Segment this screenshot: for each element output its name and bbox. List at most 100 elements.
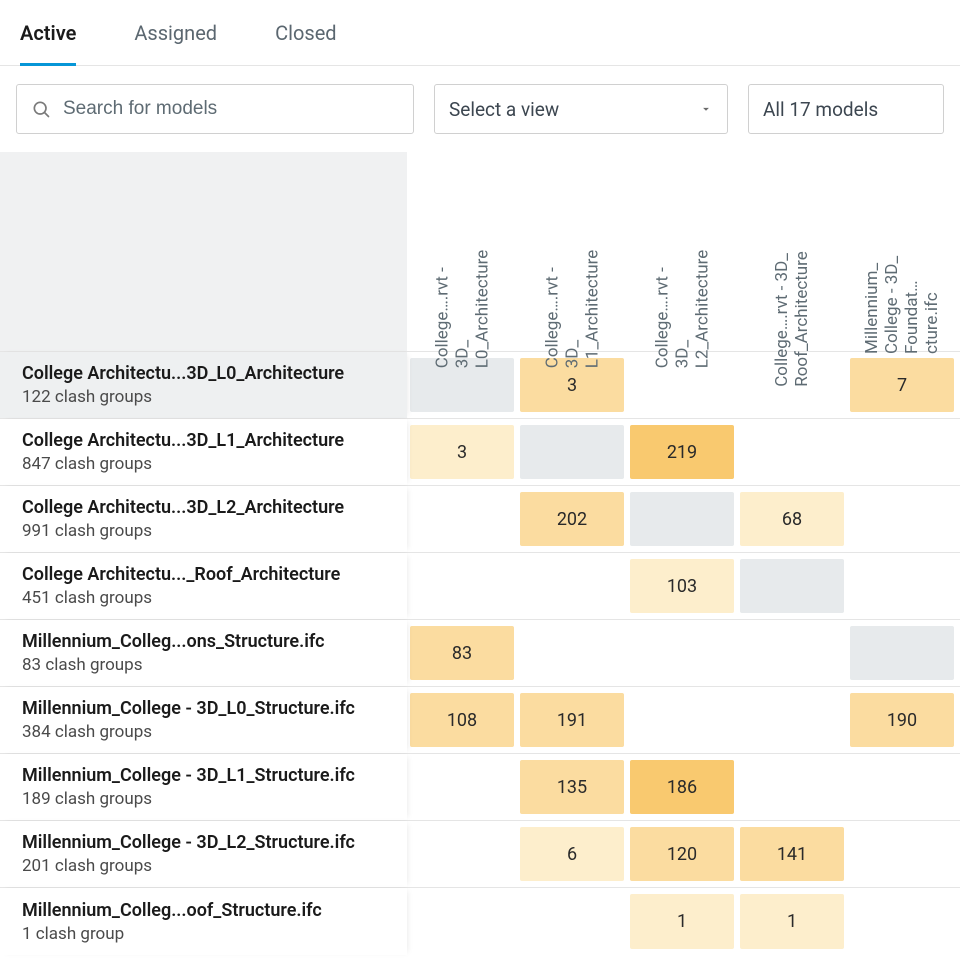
row-title: Millennium_College - 3D_L1_Structure.ifc [22, 764, 385, 788]
row-title: Millennium_College - 3D_L2_Structure.ifc [22, 831, 385, 855]
controls-row: Select a view All 17 models [0, 66, 960, 152]
row-label[interactable]: Millennium_Colleg...oof_Structure.ifc1 c… [0, 888, 407, 955]
search-box[interactable] [16, 84, 414, 134]
matrix-cell[interactable]: 135 [517, 754, 627, 820]
row-subtitle: 201 clash groups [22, 855, 385, 877]
column-header[interactable]: Millennium_ College - 3D_ Foundat…cture.… [847, 152, 957, 351]
matrix-cell[interactable]: 3 [407, 419, 517, 485]
matrix-cell-value [850, 626, 954, 680]
matrix-header-row: College….rvt - 3D_ L0_Architecture Colle… [0, 152, 960, 352]
matrix-cell-value [850, 894, 954, 949]
row-label[interactable]: College Architectu...3D_L1_Architecture8… [0, 419, 407, 485]
row-title: College Architectu..._Roof_Architecture [22, 563, 385, 587]
matrix-cell [517, 888, 627, 955]
matrix-cell-value: 83 [410, 626, 514, 680]
search-input[interactable] [61, 97, 399, 121]
row-title: College Architectu...3D_L1_Architecture [22, 429, 385, 453]
matrix-cell-value [410, 760, 514, 814]
matrix-cell [847, 419, 957, 485]
search-icon [31, 99, 51, 119]
matrix-cell-value [520, 626, 624, 680]
matrix-cell[interactable]: 1 [627, 888, 737, 955]
row-title: College Architectu...3D_L0_Architecture [22, 362, 385, 386]
column-header[interactable]: College….rvt - 3D_ L1_Architecture [517, 152, 627, 351]
matrix-cell-value: 191 [520, 693, 624, 747]
table-row: Millennium_College - 3D_L2_Structure.ifc… [0, 821, 960, 888]
matrix-cell-value [740, 626, 844, 680]
matrix-cell-value [520, 425, 624, 479]
matrix-cell[interactable]: 103 [627, 553, 737, 619]
matrix-cell [627, 620, 737, 686]
row-cells: 103 [407, 553, 960, 619]
row-label[interactable]: Millennium_Colleg...ons_Structure.ifc83 … [0, 620, 407, 686]
matrix-cell[interactable]: 1 [737, 888, 847, 955]
column-header[interactable]: College….rvt - 3D_ L0_Architecture [407, 152, 517, 351]
column-header[interactable]: College….rvt - 3D_ Roof_Architecture [737, 152, 847, 351]
row-cells: 6120141 [407, 821, 960, 887]
matrix-cell[interactable]: 141 [737, 821, 847, 887]
matrix-cell-value [520, 559, 624, 613]
matrix-cell[interactable]: 6 [517, 821, 627, 887]
row-cells: 108191 190 [407, 687, 960, 753]
row-label[interactable]: Millennium_College - 3D_L1_Structure.ifc… [0, 754, 407, 820]
clash-matrix: College….rvt - 3D_ L0_Architecture Colle… [0, 152, 960, 955]
matrix-rows: College Architectu...3D_L0_Architecture 1… [0, 352, 960, 955]
matrix-cell[interactable]: 7 [847, 352, 957, 418]
matrix-cell-value [850, 559, 954, 613]
matrix-cell [407, 754, 517, 820]
matrix-cell-value [850, 492, 954, 546]
row-subtitle: 991 clash groups [22, 520, 385, 542]
matrix-cell [847, 486, 957, 552]
column-header-label: College….rvt - 3D_ L0_Architecture [432, 250, 492, 369]
matrix-cell-value [850, 425, 954, 479]
matrix-cell-value: 6 [520, 827, 624, 881]
models-select[interactable]: All 17 models [748, 84, 944, 134]
matrix-cell[interactable]: 83 [407, 620, 517, 686]
row-subtitle: 847 clash groups [22, 453, 385, 475]
row-label[interactable]: College Architectu..._Roof_Architecture4… [0, 553, 407, 619]
matrix-cell-value [630, 693, 734, 747]
row-label[interactable]: Millennium_College - 3D_L0_Structure.ifc… [0, 687, 407, 753]
column-header-label: College….rvt - 3D_ Roof_Architecture [772, 251, 812, 387]
matrix-cell [517, 620, 627, 686]
table-row: Millennium_Colleg...ons_Structure.ifc83 … [0, 620, 960, 687]
row-cells: 202 68 [407, 486, 960, 552]
matrix-cell-value: 190 [850, 693, 954, 747]
matrix-cell [407, 553, 517, 619]
matrix-cell [847, 754, 957, 820]
matrix-cell[interactable] [627, 486, 737, 552]
matrix-cell-value [630, 626, 734, 680]
tab-assigned[interactable]: Assigned [134, 0, 217, 66]
matrix-cell [407, 888, 517, 955]
matrix-cell [847, 553, 957, 619]
matrix-cell[interactable]: 108 [407, 687, 517, 753]
matrix-cell [737, 687, 847, 753]
column-header[interactable]: College….rvt - 3D_ L2_Architecture [627, 152, 737, 351]
row-label[interactable]: Millennium_College - 3D_L2_Structure.ifc… [0, 821, 407, 887]
matrix-cell[interactable] [517, 419, 627, 485]
matrix-cell[interactable] [737, 553, 847, 619]
matrix-cell [737, 620, 847, 686]
matrix-cell[interactable] [847, 620, 957, 686]
matrix-cell-value: 1 [740, 894, 844, 949]
row-title: Millennium_Colleg...oof_Structure.ifc [22, 899, 385, 923]
matrix-cell-value [520, 894, 624, 949]
matrix-cell-value [740, 559, 844, 613]
matrix-cell[interactable]: 186 [627, 754, 737, 820]
tab-active[interactable]: Active [20, 0, 76, 66]
matrix-cell[interactable]: 190 [847, 687, 957, 753]
matrix-cell[interactable]: 191 [517, 687, 627, 753]
row-title: Millennium_College - 3D_L0_Structure.ifc [22, 697, 385, 721]
matrix-cell[interactable]: 68 [737, 486, 847, 552]
table-row: College Architectu...3D_L1_Architecture8… [0, 419, 960, 486]
matrix-cell[interactable]: 219 [627, 419, 737, 485]
tab-closed[interactable]: Closed [275, 0, 337, 66]
matrix-cell[interactable]: 202 [517, 486, 627, 552]
matrix-cell-value [850, 760, 954, 814]
view-select[interactable]: Select a view [434, 84, 728, 134]
row-label[interactable]: College Architectu...3D_L2_Architecture9… [0, 486, 407, 552]
table-row: Millennium_College - 3D_L0_Structure.ifc… [0, 687, 960, 754]
row-label[interactable]: College Architectu...3D_L0_Architecture1… [0, 352, 407, 418]
matrix-cell[interactable]: 120 [627, 821, 737, 887]
matrix-cell [847, 888, 957, 955]
